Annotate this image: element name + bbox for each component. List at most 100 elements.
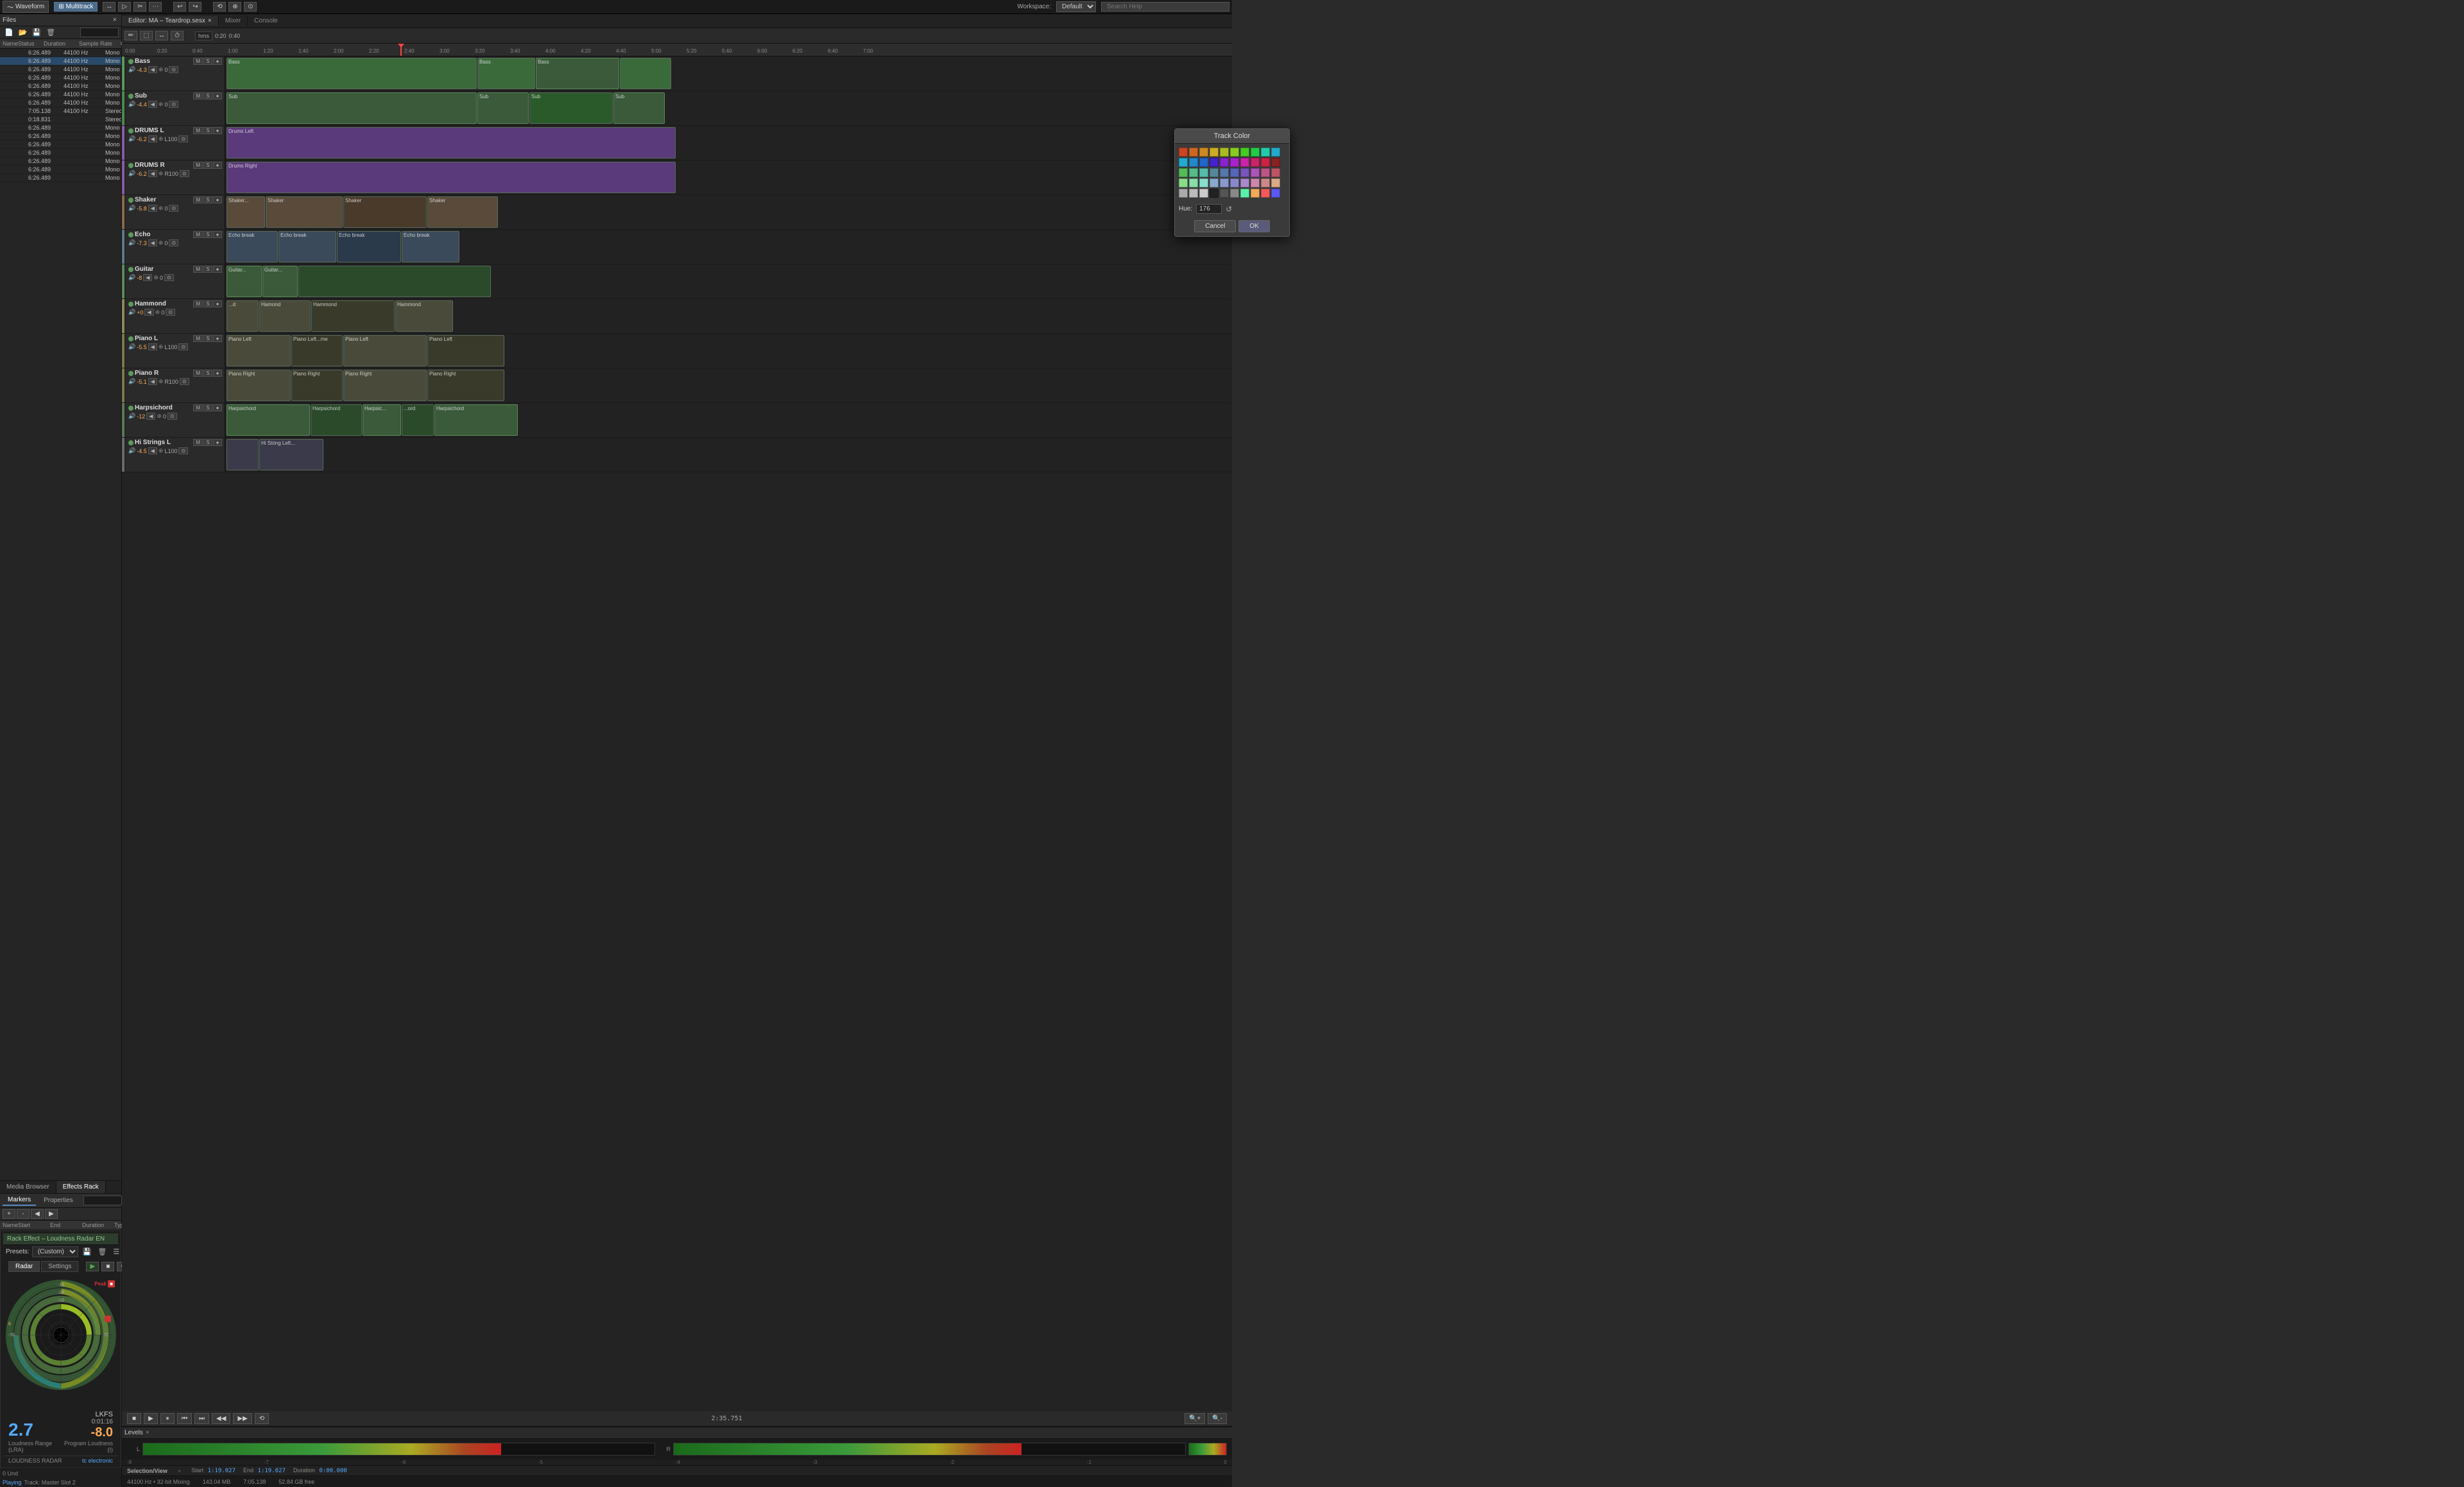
clip[interactable]: Piano Right: [227, 370, 291, 401]
track-pan-left[interactable]: ◀: [148, 378, 157, 385]
clip[interactable]: Echo break: [227, 231, 278, 262]
track-mute[interactable]: M: [193, 58, 203, 65]
track-content[interactable]: Piano LeftPiano Left...mePiano LeftPiano…: [225, 334, 1232, 368]
color-swatch[interactable]: [1251, 148, 1260, 157]
track-solo[interactable]: S: [203, 58, 212, 65]
files-save[interactable]: 💾: [30, 28, 43, 37]
selection-close[interactable]: ×: [178, 1468, 181, 1474]
track-content[interactable]: HarpsichordHarpsichordHarpsic......ordHa…: [225, 403, 1232, 437]
file-row[interactable]: MA – Teardrop.sesx * 7:05.138 44100 Hz S…: [0, 107, 121, 116]
color-swatch[interactable]: [1271, 168, 1280, 177]
clip[interactable]: Harpsichord: [434, 404, 518, 436]
track-solo[interactable]: S: [203, 231, 212, 238]
clip[interactable]: Piano Right: [427, 370, 504, 401]
track-mute[interactable]: M: [193, 439, 203, 446]
color-swatch[interactable]: [1179, 189, 1188, 198]
color-swatch[interactable]: [1189, 158, 1198, 167]
track-mute[interactable]: M: [193, 92, 203, 99]
track-content[interactable]: Piano RightPiano RightPiano RightPiano R…: [225, 368, 1232, 402]
color-swatch[interactable]: [1220, 178, 1229, 187]
color-swatch[interactable]: [1220, 189, 1229, 198]
track-record[interactable]: ●: [213, 162, 222, 169]
tool-snap[interactable]: ⊕: [228, 2, 241, 12]
tab-radar[interactable]: Radar: [8, 1261, 40, 1272]
clip[interactable]: Piano Left: [343, 335, 427, 366]
marker-nav-next[interactable]: ▶: [45, 1209, 58, 1219]
track-solo[interactable]: S: [203, 335, 212, 342]
track-content[interactable]: Drums Left: [225, 126, 1232, 160]
file-row[interactable]: Pad Left.wav 6:26.489 Mono: [0, 132, 121, 141]
color-swatch[interactable]: [1220, 168, 1229, 177]
color-swatch[interactable]: [1199, 178, 1208, 187]
tool-redo[interactable]: ↪: [189, 2, 201, 12]
track-pan-left[interactable]: ◀: [143, 274, 152, 281]
track-record[interactable]: ●: [213, 92, 222, 99]
file-row[interactable]: Harpsichord.wav * 6:26.489 44100 Hz Mono: [0, 57, 121, 65]
play-prev[interactable]: ◀◀: [212, 1413, 230, 1424]
track-solo[interactable]: S: [203, 439, 212, 446]
clip[interactable]: Sub: [613, 92, 665, 124]
marker-nav-prev[interactable]: ◀: [31, 1209, 44, 1219]
track-content[interactable]: Drums Right: [225, 160, 1232, 194]
clip[interactable]: ...ord: [402, 404, 434, 436]
track-solo[interactable]: S: [203, 196, 212, 203]
play-stop[interactable]: ■: [127, 1413, 141, 1424]
color-swatch[interactable]: [1179, 178, 1188, 187]
track-fx[interactable]: ⊙: [178, 343, 188, 350]
track-fx[interactable]: ⊙: [180, 378, 189, 385]
file-row[interactable]: Lezlie Piano Left.wav 6:26.489 44100 Hz …: [0, 82, 121, 90]
files-search[interactable]: [80, 28, 119, 37]
track-pan-left[interactable]: ◀: [148, 447, 157, 454]
preset-menu[interactable]: ☰: [111, 1247, 121, 1257]
file-row[interactable]: Hamond.wav 6:26.489 44100 Hz Mono: [0, 49, 121, 57]
track-fx[interactable]: ⊙: [169, 205, 178, 212]
track-content[interactable]: Shaker...ShakerShakerShaker: [225, 195, 1232, 229]
workspace-dropdown[interactable]: Default: [1056, 1, 1096, 12]
time-format[interactable]: hms: [195, 31, 212, 40]
file-row[interactable]: Piano Right.wav 6:26.489 Mono: [0, 157, 121, 166]
track-solo[interactable]: S: [203, 162, 212, 169]
color-swatch[interactable]: [1220, 158, 1229, 167]
file-row[interactable]: Liz.wav 6:26.489 44100 Hz Mono: [0, 99, 121, 107]
clip[interactable]: Drums Right: [227, 162, 676, 193]
files-new[interactable]: 📄: [3, 28, 15, 37]
clip[interactable]: Bass: [477, 58, 535, 89]
tab-settings[interactable]: Settings: [41, 1261, 78, 1272]
clip[interactable]: Harpsic...: [363, 404, 401, 436]
play-forward[interactable]: ⏭: [194, 1413, 209, 1424]
color-swatch[interactable]: [1199, 168, 1208, 177]
color-swatch[interactable]: [1251, 189, 1260, 198]
track-content[interactable]: ...dHamondHammondHammond: [225, 299, 1232, 333]
console-tab[interactable]: Console: [248, 16, 284, 26]
tool-move[interactable]: ↔: [103, 2, 116, 12]
clip[interactable]: [298, 266, 491, 297]
tab-properties[interactable]: Properties: [38, 1196, 78, 1205]
clip[interactable]: Harpsichord: [227, 404, 310, 436]
color-swatch[interactable]: [1179, 148, 1188, 157]
hue-reset-btn[interactable]: ↺: [1226, 205, 1232, 214]
color-swatch[interactable]: [1261, 189, 1270, 198]
clip[interactable]: Hammond: [311, 300, 395, 332]
clip[interactable]: Echo break: [278, 231, 336, 262]
clip[interactable]: Harpsichord: [311, 404, 362, 436]
track-content[interactable]: Echo breakEcho breakEcho breakEcho break: [225, 230, 1232, 264]
markers-search[interactable]: [83, 1196, 122, 1205]
clip[interactable]: Sub: [529, 92, 613, 124]
color-swatch[interactable]: [1179, 168, 1188, 177]
tab-media-browser[interactable]: Media Browser: [0, 1181, 56, 1193]
preset-dropdown[interactable]: (Custom): [32, 1246, 78, 1257]
color-swatch[interactable]: [1230, 178, 1239, 187]
files-open[interactable]: 📂: [17, 28, 30, 37]
color-swatch[interactable]: [1271, 178, 1280, 187]
track-mute[interactable]: M: [193, 335, 203, 342]
track-mute[interactable]: M: [193, 127, 203, 134]
track-record[interactable]: ●: [213, 58, 222, 65]
track-record[interactable]: ●: [213, 127, 222, 134]
color-swatch[interactable]: [1179, 158, 1188, 167]
track-record[interactable]: ●: [213, 231, 222, 238]
editor-tab-close[interactable]: ×: [208, 17, 212, 24]
track-mute[interactable]: M: [193, 231, 203, 238]
clip[interactable]: [620, 58, 671, 89]
track-fx[interactable]: ⊙: [166, 309, 175, 316]
clip[interactable]: Hi String Left...: [259, 439, 323, 470]
